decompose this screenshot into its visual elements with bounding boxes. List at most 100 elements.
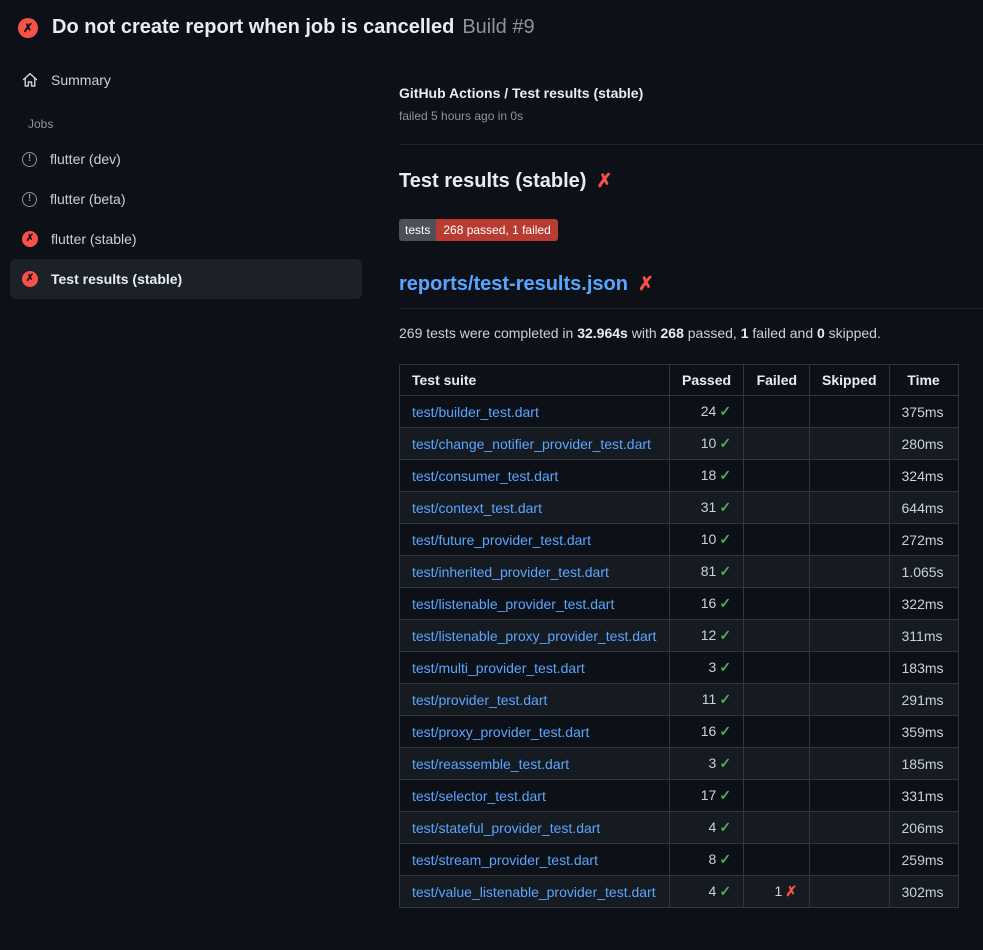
summary-text: 269 tests were completed in <box>399 325 577 341</box>
time-cell: 644ms <box>889 492 958 524</box>
suite-link[interactable]: test/listenable_provider_test.dart <box>412 596 614 612</box>
passed-count: 24 <box>701 403 717 419</box>
check-icon: ✓ <box>719 499 731 515</box>
summary-text: with <box>628 325 661 341</box>
passed-count: 10 <box>701 435 717 451</box>
sidebar: Summary Jobs ! ✗ flutter (dev) ! ✗ flutt… <box>0 49 362 299</box>
body-wrap: Summary Jobs ! ✗ flutter (dev) ! ✗ flutt… <box>0 49 983 950</box>
build-number: Build #9 <box>462 16 534 39</box>
suite-link[interactable]: test/stateful_provider_test.dart <box>412 820 600 836</box>
x-circle-icon: ✗ <box>22 231 38 247</box>
checks-page: ✗ Do not create report when job is cance… <box>0 0 983 950</box>
check-icon: ✓ <box>719 595 731 611</box>
time-cell: 272ms <box>889 524 958 556</box>
sidebar-job-item[interactable]: ! ✗ flutter (stable) <box>10 219 362 259</box>
suite-link[interactable]: test/future_provider_test.dart <box>412 532 591 548</box>
suite-link[interactable]: test/value_listenable_provider_test.dart <box>412 884 656 900</box>
x-icon: ✗ <box>638 275 654 294</box>
check-icon: ✓ <box>719 403 731 419</box>
suite-link[interactable]: test/provider_test.dart <box>412 692 547 708</box>
suite-link[interactable]: test/proxy_provider_test.dart <box>412 724 589 740</box>
table-row: test/multi_provider_test.dart 3✓ ✗ 183ms <box>400 652 959 684</box>
passed-count: 16 <box>701 723 717 739</box>
time-cell: 206ms <box>889 812 958 844</box>
passed-count: 3 <box>709 659 717 675</box>
passed-count: 17 <box>701 787 717 803</box>
check-icon: ✓ <box>719 531 731 547</box>
table-row: test/selector_test.dart 17✓ ✗ 331ms <box>400 780 959 812</box>
check-icon: ✓ <box>719 819 731 835</box>
sidebar-job-item[interactable]: ! ✗ flutter (dev) <box>10 139 362 179</box>
suite-link[interactable]: test/change_notifier_provider_test.dart <box>412 436 651 452</box>
passed-count: 11 <box>702 691 717 707</box>
run-title: Do not create report when job is cancell… <box>52 16 454 39</box>
results-table-body: test/builder_test.dart 24✓ ✗ 375ms test/… <box>400 396 959 908</box>
summary-duration: 32.964s <box>577 325 628 341</box>
sidebar-job-item[interactable]: ! ✗ flutter (beta) <box>10 179 362 219</box>
table-row: test/listenable_proxy_provider_test.dart… <box>400 620 959 652</box>
table-row: test/reassemble_test.dart 3✓ ✗ 185ms <box>400 748 959 780</box>
check-icon: ✓ <box>719 659 731 675</box>
job-label: flutter (stable) <box>51 231 137 247</box>
passed-count: 16 <box>701 595 717 611</box>
suite-link[interactable]: test/consumer_test.dart <box>412 468 558 484</box>
table-row: test/provider_test.dart 11✓ ✗ 291ms <box>400 684 959 716</box>
header-skipped: Skipped <box>810 365 889 396</box>
jobs-section-label: Jobs <box>28 117 362 131</box>
passed-count: 81 <box>701 563 717 579</box>
suite-link[interactable]: test/multi_provider_test.dart <box>412 660 585 676</box>
summary-skipped: 0 <box>817 325 825 341</box>
sidebar-job-item[interactable]: ! ✗ Test results (stable) <box>10 259 362 299</box>
run-header: ✗ Do not create report when job is cance… <box>0 0 983 49</box>
passed-count: 31 <box>701 499 717 515</box>
divider <box>399 144 983 145</box>
job-label: Test results (stable) <box>51 271 182 287</box>
tests-badge: tests 268 passed, 1 failed <box>399 219 558 241</box>
x-icon: ✗ <box>785 883 797 899</box>
summary-passed: 268 <box>661 325 684 341</box>
suite-link[interactable]: test/inherited_provider_test.dart <box>412 564 609 580</box>
passed-count: 8 <box>709 851 717 867</box>
suite-link[interactable]: test/selector_test.dart <box>412 788 546 804</box>
check-icon: ✓ <box>719 691 731 707</box>
check-icon: ✓ <box>719 467 731 483</box>
time-cell: 311ms <box>889 620 958 652</box>
sidebar-item-summary[interactable]: Summary <box>10 61 362 99</box>
header-test-suite: Test suite <box>400 365 670 396</box>
job-label: flutter (beta) <box>50 191 125 207</box>
badge-value: 268 passed, 1 failed <box>436 219 557 241</box>
time-cell: 302ms <box>889 876 958 908</box>
passed-count: 3 <box>709 755 717 771</box>
time-cell: 280ms <box>889 428 958 460</box>
table-row: test/proxy_provider_test.dart 16✓ ✗ 359m… <box>400 716 959 748</box>
passed-count: 4 <box>709 883 717 899</box>
summary-line: 269 tests were completed in 32.964s with… <box>399 325 983 341</box>
exclamation-circle-icon: ! <box>22 192 37 207</box>
run-meta: failed 5 hours ago in 0s <box>399 109 983 123</box>
main-content: GitHub Actions / Test results (stable) f… <box>362 49 983 928</box>
check-section-title: Test results (stable) ✗ <box>399 170 983 193</box>
x-circle-icon: ✗ <box>18 18 38 38</box>
job-label: flutter (dev) <box>50 151 121 167</box>
suite-link[interactable]: test/stream_provider_test.dart <box>412 852 598 868</box>
report-link[interactable]: reports/test-results.json <box>399 273 628 296</box>
table-header-row: Test suite Passed Failed Skipped Time <box>400 365 959 396</box>
passed-count: 4 <box>709 819 717 835</box>
breadcrumb: GitHub Actions / Test results (stable) <box>399 85 983 101</box>
failed-count: 1 <box>775 883 783 899</box>
table-row: test/listenable_provider_test.dart 16✓ ✗… <box>400 588 959 620</box>
header-time: Time <box>889 365 958 396</box>
check-icon: ✓ <box>719 723 731 739</box>
suite-link[interactable]: test/listenable_proxy_provider_test.dart <box>412 628 656 644</box>
time-cell: 185ms <box>889 748 958 780</box>
suite-link[interactable]: test/builder_test.dart <box>412 404 539 420</box>
time-cell: 1.065s <box>889 556 958 588</box>
suite-link[interactable]: test/reassemble_test.dart <box>412 756 569 772</box>
passed-count: 10 <box>701 531 717 547</box>
check-icon: ✓ <box>719 563 731 579</box>
sidebar-jobs-list: ! ✗ flutter (dev) ! ✗ flutter (beta) ! ✗… <box>10 139 362 299</box>
exclamation-circle-icon: ! <box>22 152 37 167</box>
suite-link[interactable]: test/context_test.dart <box>412 500 542 516</box>
summary-text: passed, <box>684 325 741 341</box>
table-row: test/stream_provider_test.dart 8✓ ✗ 259m… <box>400 844 959 876</box>
